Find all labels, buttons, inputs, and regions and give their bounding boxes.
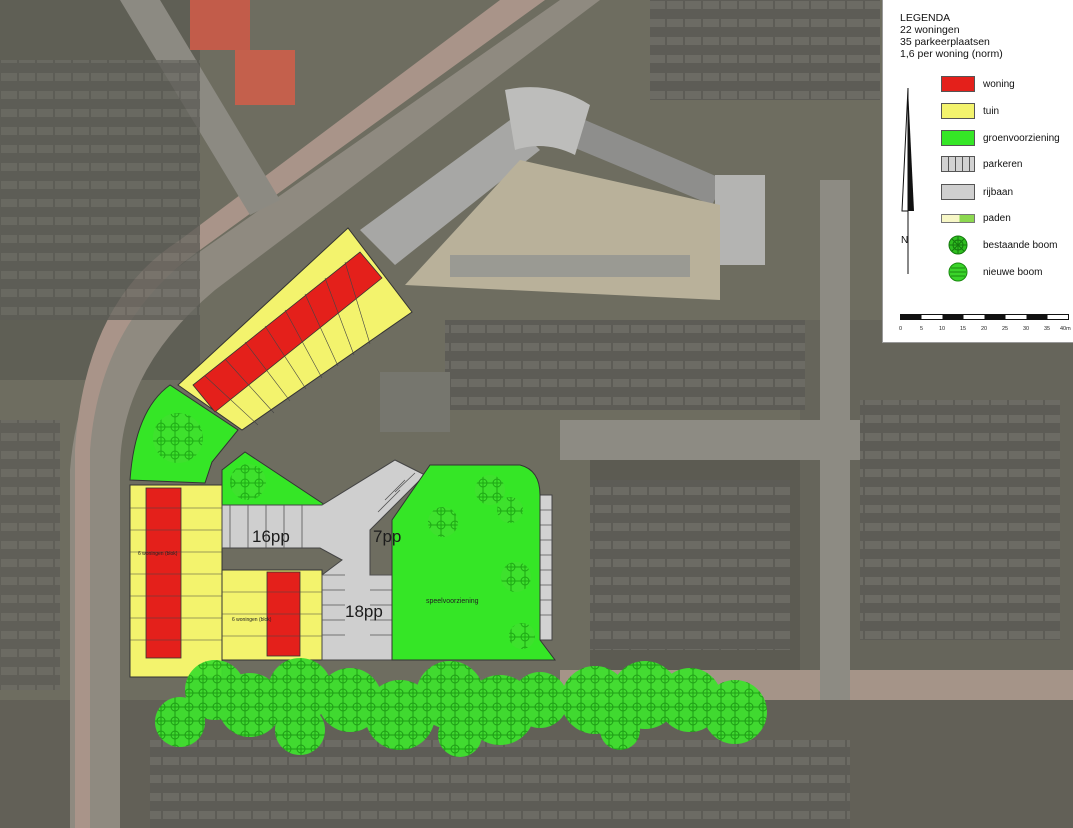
parking-label-18: 18pp <box>345 602 383 621</box>
scale-label: 5 <box>920 326 924 332</box>
parkeren-swatch <box>941 156 975 172</box>
parking-label-7: 7pp <box>373 527 401 546</box>
legend-item-woning: woning <box>941 75 1015 93</box>
legend-item-bestaande-boom: bestaande boom <box>941 235 1058 255</box>
legend-count-parking: 35 parkeerplaatsen <box>900 36 990 48</box>
legend-item-parkeren: parkeren <box>941 155 1022 173</box>
scale-label: 10 <box>939 326 946 332</box>
groenvoorziening-swatch <box>941 130 975 146</box>
legend-item-tuin: tuin <box>941 102 999 120</box>
paden-swatch <box>941 213 975 223</box>
scale-label: 20 <box>981 326 988 332</box>
houses-west-label: 6 woningen (blok) <box>138 551 178 557</box>
scale-bar <box>900 314 1069 320</box>
woning-swatch <box>941 76 975 92</box>
parking-label-16: 16pp <box>252 527 290 546</box>
scale-label: 40m <box>1060 326 1071 332</box>
scale-label: 0 <box>899 326 903 332</box>
scale-label: 15 <box>960 326 967 332</box>
houses-south-label: 6 woningen (blok) <box>232 617 272 623</box>
existing-tree-icon <box>948 235 968 255</box>
new-tree-icon <box>948 262 968 282</box>
scale-label: 25 <box>1002 326 1009 332</box>
legend-title: LEGENDA <box>900 12 951 24</box>
scale-label: 30 <box>1023 326 1030 332</box>
north-arrow-icon: N <box>901 87 914 274</box>
legend-header: LEGENDA 22 woningen 35 parkeerplaatsen 1… <box>900 12 1003 60</box>
legend-item-paden: paden <box>941 209 1011 227</box>
scale-label: 35 <box>1044 326 1051 332</box>
legend-item-groenvoorziening: groenvoorziening <box>941 129 1060 147</box>
tuin-swatch <box>941 103 975 119</box>
playground-label: speelvoorziening <box>426 598 479 605</box>
legend-count-houses: 22 woningen <box>900 24 960 36</box>
legend-item-rijbaan: rijbaan <box>941 183 1013 201</box>
legend-item-nieuwe-boom: nieuwe boom <box>941 262 1042 282</box>
legend-parking-norm: 1,6 per woning (norm) <box>900 48 1003 60</box>
north-label: N <box>901 235 908 246</box>
rijbaan-swatch <box>941 184 975 200</box>
